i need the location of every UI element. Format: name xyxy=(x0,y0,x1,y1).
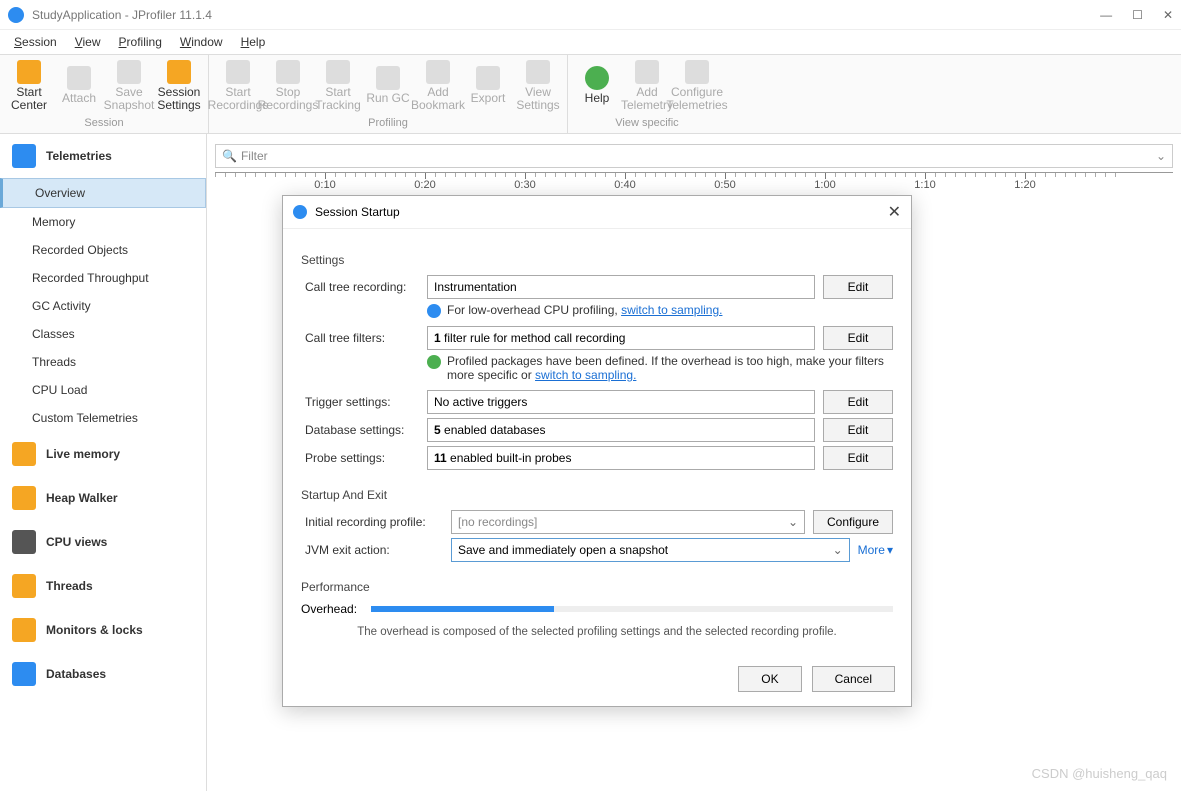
database-field: 5 enabled databases xyxy=(427,418,815,442)
call-tree-recording-label: Call tree recording: xyxy=(301,280,419,294)
sidebar-item-gc-activity[interactable]: GC Activity xyxy=(0,292,206,320)
edit-trigger-button[interactable]: Edit xyxy=(823,390,893,414)
sidebar-item-classes[interactable]: Classes xyxy=(0,320,206,348)
sidebar-section-telemetries[interactable]: Telemetries xyxy=(0,134,206,178)
performance-description: The overhead is composed of the selected… xyxy=(301,626,893,638)
watermark: CSDN @huisheng_qaq xyxy=(1032,766,1167,781)
switch-sampling-link[interactable]: switch to sampling. xyxy=(621,303,722,317)
sidebar-section-livememory[interactable]: Live memory xyxy=(0,432,206,476)
save-snapshot-button[interactable]: Save Snapshot xyxy=(104,57,154,115)
menu-window[interactable]: Window xyxy=(172,33,231,51)
group-session-label: Session xyxy=(4,115,204,131)
configure-telemetries-button[interactable]: Configure Telemetries xyxy=(672,57,722,115)
startup-section-label: Startup And Exit xyxy=(301,488,893,502)
menu-profiling[interactable]: Profiling xyxy=(111,33,170,51)
minimize-button[interactable]: — xyxy=(1100,8,1112,22)
call-tree-recording-field: Instrumentation xyxy=(427,275,815,299)
settings-section-label: Settings xyxy=(301,253,893,267)
sidebar-item-custom-telemetries[interactable]: Custom Telemetries xyxy=(0,404,206,432)
ok-button[interactable]: OK xyxy=(738,666,801,692)
menubar: Session View Profiling Window Help xyxy=(0,30,1181,54)
edit-probe-button[interactable]: Edit xyxy=(823,446,893,470)
window-title: StudyApplication - JProfiler 11.1.4 xyxy=(32,8,212,22)
group-profiling-label: Profiling xyxy=(213,115,563,131)
toolbar: Start Center Attach Save Snapshot Sessio… xyxy=(0,54,1181,134)
session-settings-button[interactable]: Session Settings xyxy=(154,57,204,115)
dialog-title: Session Startup xyxy=(315,205,400,219)
database-label: Database settings: xyxy=(301,423,419,437)
edit-call-tree-button[interactable]: Edit xyxy=(823,275,893,299)
sidebar-item-overview[interactable]: Overview xyxy=(0,178,206,208)
chevron-down-icon: ⌄ xyxy=(788,515,798,529)
sidebar-item-recorded-throughput[interactable]: Recorded Throughput xyxy=(0,264,206,292)
stop-recordings-button[interactable]: Stop Recordings xyxy=(263,57,313,115)
menu-session[interactable]: Session xyxy=(6,33,65,51)
filter-input[interactable]: 🔍 Filter ⌄ xyxy=(215,144,1173,168)
menu-view[interactable]: View xyxy=(67,33,109,51)
overhead-label: Overhead: xyxy=(301,602,357,616)
menu-help[interactable]: Help xyxy=(233,33,274,51)
call-tree-filters-label: Call tree filters: xyxy=(301,331,419,345)
cancel-button[interactable]: Cancel xyxy=(812,666,895,692)
run-gc-button[interactable]: Run GC xyxy=(363,57,413,115)
add-bookmark-button[interactable]: Add Bookmark xyxy=(413,57,463,115)
switch-sampling-link-2[interactable]: switch to sampling. xyxy=(535,368,636,382)
close-button[interactable]: ✕ xyxy=(1163,8,1173,22)
configure-button[interactable]: Configure xyxy=(813,510,893,534)
edit-database-button[interactable]: Edit xyxy=(823,418,893,442)
overhead-bar xyxy=(371,606,893,612)
jvm-exit-label: JVM exit action: xyxy=(301,543,443,557)
initial-profile-label: Initial recording profile: xyxy=(301,515,443,529)
probe-field: 11 enabled built-in probes xyxy=(427,446,815,470)
search-icon: 🔍 xyxy=(222,149,237,163)
close-icon[interactable]: ✕ xyxy=(888,202,901,222)
trigger-label: Trigger settings: xyxy=(301,395,419,409)
probe-label: Probe settings: xyxy=(301,451,419,465)
sidebar-item-recorded-objects[interactable]: Recorded Objects xyxy=(0,236,206,264)
attach-button[interactable]: Attach xyxy=(54,57,104,115)
sidebar-section-cpuviews[interactable]: CPU views xyxy=(0,520,206,564)
sidebar-item-memory[interactable]: Memory xyxy=(0,208,206,236)
start-recordings-button[interactable]: Start Recordings xyxy=(213,57,263,115)
sidebar-item-cpu-load[interactable]: CPU Load xyxy=(0,376,206,404)
initial-profile-select[interactable]: [no recordings]⌄ xyxy=(451,510,805,534)
start-center-button[interactable]: Start Center xyxy=(4,57,54,115)
performance-section-label: Performance xyxy=(301,580,893,594)
more-link[interactable]: More ▾ xyxy=(858,543,893,557)
group-viewspecific-label: View specific xyxy=(572,115,722,131)
check-icon xyxy=(427,355,441,369)
sidebar-section-monitors[interactable]: Monitors & locks xyxy=(0,608,206,652)
jvm-exit-select[interactable]: Save and immediately open a snapshot⌄ xyxy=(451,538,850,562)
trigger-field: No active triggers xyxy=(427,390,815,414)
sidebar-section-databases[interactable]: Databases xyxy=(0,652,206,696)
add-telemetry-button[interactable]: Add Telemetry xyxy=(622,57,672,115)
maximize-button[interactable]: ☐ xyxy=(1132,8,1143,22)
call-tree-filters-field: 1 filter rule for method call recording xyxy=(427,326,815,350)
chevron-down-icon[interactable]: ⌄ xyxy=(1156,149,1166,163)
app-icon xyxy=(8,7,24,23)
timeline-ruler: 0:100:200:300:400:501:001:101:20 xyxy=(215,172,1173,196)
start-tracking-button[interactable]: Start Tracking xyxy=(313,57,363,115)
session-startup-dialog: Session Startup ✕ Settings Call tree rec… xyxy=(282,195,912,707)
help-button[interactable]: Help xyxy=(572,57,622,115)
view-settings-button[interactable]: View Settings xyxy=(513,57,563,115)
dialog-icon xyxy=(293,205,307,219)
sidebar-item-threads[interactable]: Threads xyxy=(0,348,206,376)
sidebar-section-threads[interactable]: Threads xyxy=(0,564,206,608)
chevron-down-icon: ⌄ xyxy=(833,543,843,557)
titlebar: StudyApplication - JProfiler 11.1.4 — ☐ … xyxy=(0,0,1181,30)
export-button[interactable]: Export xyxy=(463,57,513,115)
info-icon xyxy=(427,304,441,318)
sidebar-section-heapwalker[interactable]: Heap Walker xyxy=(0,476,206,520)
sidebar: Telemetries Overview Memory Recorded Obj… xyxy=(0,134,207,791)
edit-filters-button[interactable]: Edit xyxy=(823,326,893,350)
